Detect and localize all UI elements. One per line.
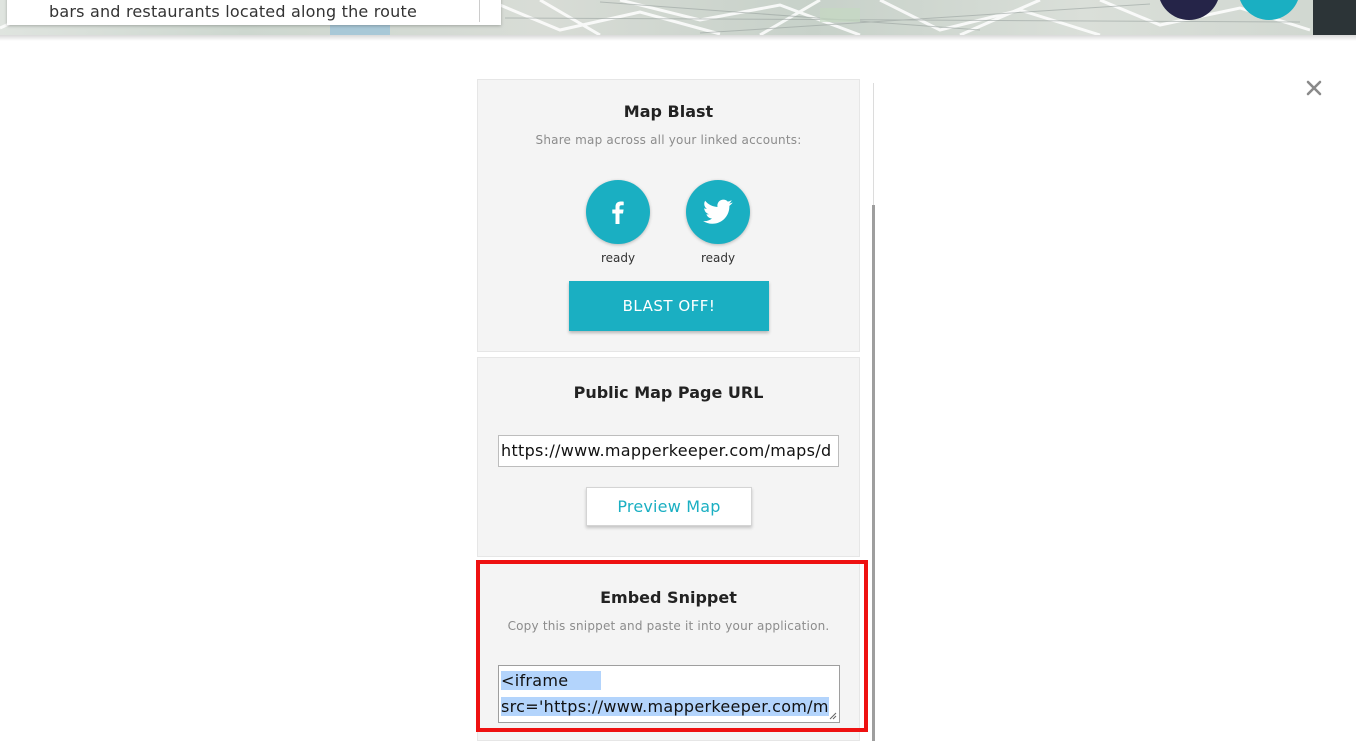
facebook-status: ready bbox=[600, 251, 636, 265]
map-blast-subtitle: Share map across all your linked account… bbox=[535, 133, 802, 147]
map-description-card: bars and restaurants located along the r… bbox=[7, 0, 501, 25]
resize-grip-icon[interactable] bbox=[829, 712, 837, 720]
map-strip-shadow bbox=[0, 35, 1356, 41]
embed-snippet-textarea[interactable]: <iframe src='https://www.mapperkeeper.co… bbox=[498, 665, 840, 723]
description-scrollbar bbox=[479, 0, 480, 22]
map-blast-card: Map Blast Share map across all your link… bbox=[477, 79, 860, 352]
blast-off-button[interactable]: BLAST OFF! bbox=[569, 281, 769, 331]
embed-snippet-line-2: src='https://www.mapperkeeper.com/m bbox=[501, 697, 829, 716]
public-url-field[interactable]: https://www.mapperkeeper.com/maps/d bbox=[498, 435, 839, 467]
map-blast-title: Map Blast bbox=[623, 102, 714, 121]
twitter-icon bbox=[703, 199, 733, 224]
twitter-status: ready bbox=[700, 251, 736, 265]
facebook-icon bbox=[612, 201, 624, 224]
map-corner-tile bbox=[1313, 0, 1356, 35]
panel-scrollbar-thumb[interactable] bbox=[872, 205, 875, 741]
embed-snippet-card: Embed Snippet Copy this snippet and past… bbox=[477, 562, 860, 741]
map-description-text: bars and restaurants located along the r… bbox=[49, 2, 418, 21]
embed-snippet-line-1: <iframe bbox=[501, 671, 569, 690]
preview-map-button[interactable]: Preview Map bbox=[586, 487, 752, 526]
public-url-card: Public Map Page URL https://www.mapperke… bbox=[477, 357, 860, 557]
facebook-share-button[interactable] bbox=[586, 180, 650, 244]
twitter-share-button[interactable] bbox=[686, 180, 750, 244]
public-url-title: Public Map Page URL bbox=[573, 383, 764, 402]
close-icon[interactable] bbox=[1302, 76, 1326, 100]
embed-snippet-subtitle: Copy this snippet and paste it into your… bbox=[507, 619, 830, 633]
embed-snippet-title: Embed Snippet bbox=[600, 588, 737, 607]
